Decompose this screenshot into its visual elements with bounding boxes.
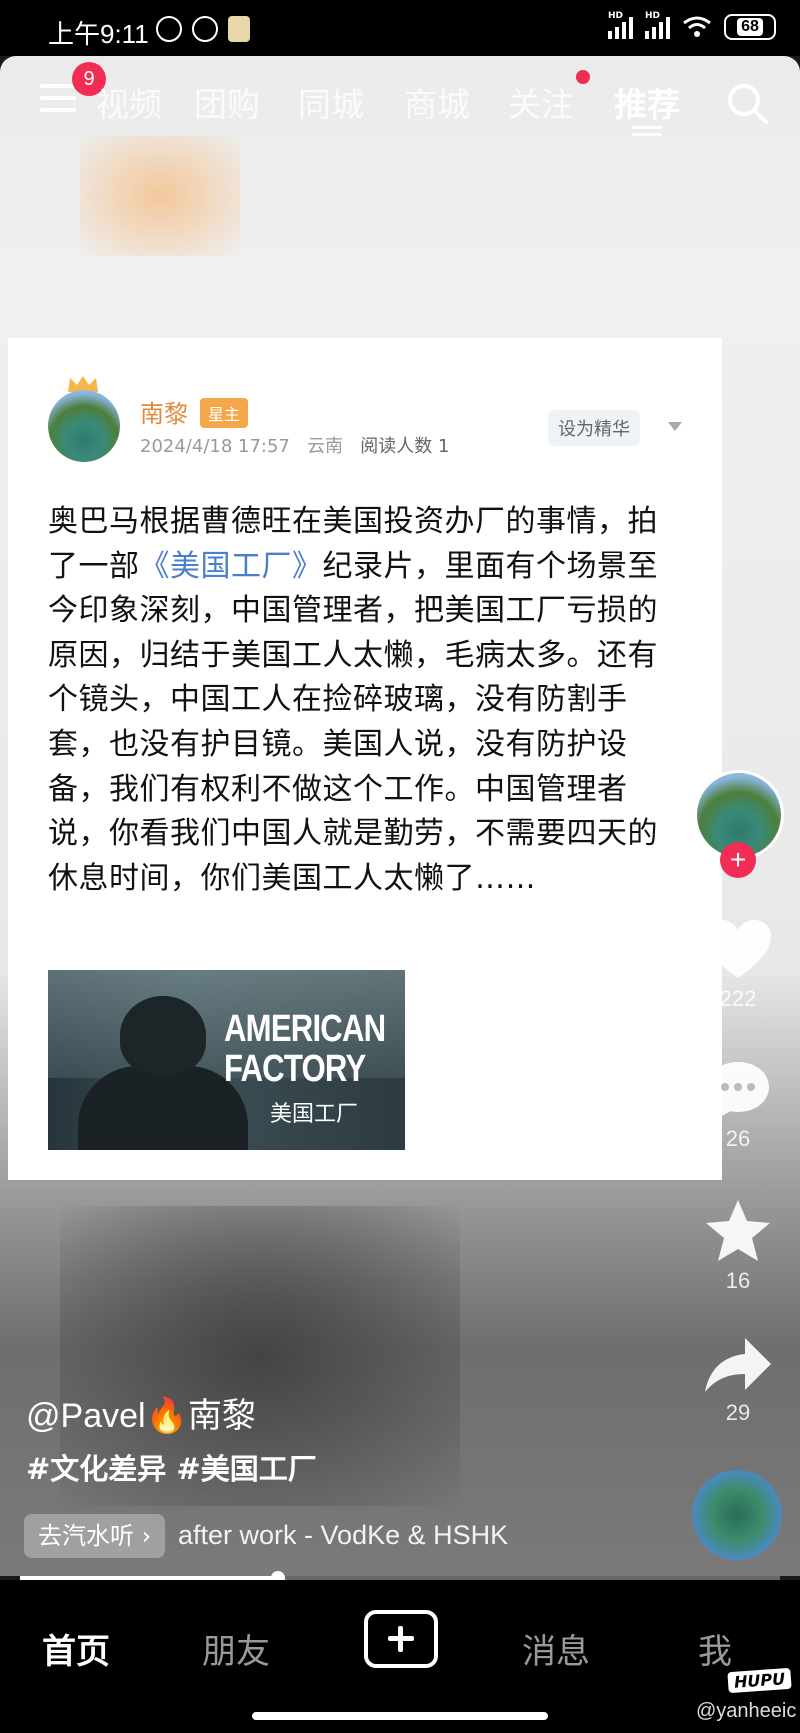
home-indicator[interactable] [252,1712,548,1720]
tab-me[interactable]: 我 [698,1624,732,1673]
poster-title-2: FACTORY [224,1048,366,1090]
watermark: @yanheeic [696,1700,797,1722]
tab-home[interactable]: 首页 [42,1624,110,1673]
tab-messages[interactable]: 消息 [522,1624,590,1673]
share-icon [705,1338,771,1392]
battery-level: 68 [737,18,763,36]
heart-icon [705,920,771,978]
favorite-count: 16 [725,1268,751,1293]
search-icon[interactable] [724,80,770,126]
post-reads: 阅读人数 1 [360,436,450,457]
open-music-app-button[interactable]: 去汽水听 › [24,1514,166,1558]
share-button[interactable]: 29 [690,1338,786,1426]
menu-icon[interactable] [40,84,76,114]
post-card[interactable]: 南黎 星主 2024/4/18 17:57 云南 阅读人数 1 设为精华 奥巴马… [8,338,722,1180]
create-button[interactable] [364,1610,438,1668]
post-meta: 2024/4/18 17:57 云南 阅读人数 1 [140,432,449,458]
star-icon [706,1200,770,1261]
author-name[interactable]: 南黎 [140,394,188,429]
hupu-logo: HUPU [727,1667,792,1694]
fire-icon: 🔥 [145,1397,188,1435]
tab-group-buy[interactable]: 团购 [194,78,260,126]
status-icons-right: HD HD 68 [608,11,776,40]
hd-label-2: HD [645,11,661,21]
like-count: 222 [719,986,757,1011]
battery-icon: 68 [724,14,776,40]
top-nav: 9 视频 团购 同城 商城 关注 推荐 [0,62,800,136]
video-author[interactable]: @Pavel🔥南黎 [26,1388,256,1437]
author-avatar[interactable] [48,390,120,462]
post-text-2: 纪录片，里面有个场景至今印象深刻，中国管理者，把美国工厂亏损的原因，归结于美国工… [48,548,658,896]
tab-mall[interactable]: 商城 [404,78,470,126]
hashtags[interactable]: #文化差异 #美国工厂 [26,1446,317,1488]
bottom-tab-bar: 首页 朋友 消息 我 HUPU @yanheeic [0,1580,800,1733]
signal-icon: HD [608,11,633,39]
status-icons-left [156,16,250,42]
hd-label: HD [608,11,624,21]
signal-icon-2: HD [645,11,670,39]
set-essence-button[interactable]: 设为精华 [548,410,640,446]
author-handle: @Pavel [26,1397,146,1435]
music-disc[interactable] [692,1470,782,1560]
alarm-icon [156,16,182,42]
share-count: 29 [725,1400,751,1425]
tab-friends[interactable]: 朋友 [202,1624,270,1673]
tab-video[interactable]: 视频 [96,78,162,126]
tab-indicator [632,126,662,138]
post-link[interactable]: 《美国工厂》 [140,549,323,584]
calendar-icon [228,16,250,42]
following-dot [576,70,590,84]
wifi-icon [683,16,711,37]
post-date: 2024/4/18 17:57 [140,436,290,457]
chevron-down-icon[interactable] [668,422,682,431]
like-button[interactable]: 222 [690,920,786,1012]
favorite-button[interactable]: 16 [690,1200,786,1294]
poster-title-cn: 美国工厂 [270,1102,359,1127]
post-location: 云南 [307,436,344,457]
status-time: 上午9:11 [48,19,149,49]
post-body: 奥巴马根据曹德旺在美国投资办厂的事情，拍了一部《美国工厂》纪录片，里面有个场景至… [48,500,688,901]
comment-count: 26 [725,1126,751,1151]
comment-icon [707,1062,769,1118]
hardhat-figure [120,996,206,1074]
comment-button[interactable]: 26 [690,1060,786,1152]
tab-local[interactable]: 同城 [298,78,364,126]
poster-title-1: AMERICAN [224,1008,386,1050]
follow-button[interactable]: + [720,842,756,878]
author-display-name: 南黎 [187,1397,256,1435]
worker-figure [78,1066,248,1150]
author-badge: 星主 [200,398,249,428]
clock-icon [192,16,218,42]
music-title[interactable]: after work - VodKe & HSHK [178,1520,508,1551]
movie-poster[interactable]: AMERICAN FACTORY 美国工厂 [48,970,405,1150]
status-bar: 上午9:11 HD HD 68 [0,0,800,56]
tab-following[interactable]: 关注 [508,78,574,126]
tab-recommend[interactable]: 推荐 [614,78,680,126]
